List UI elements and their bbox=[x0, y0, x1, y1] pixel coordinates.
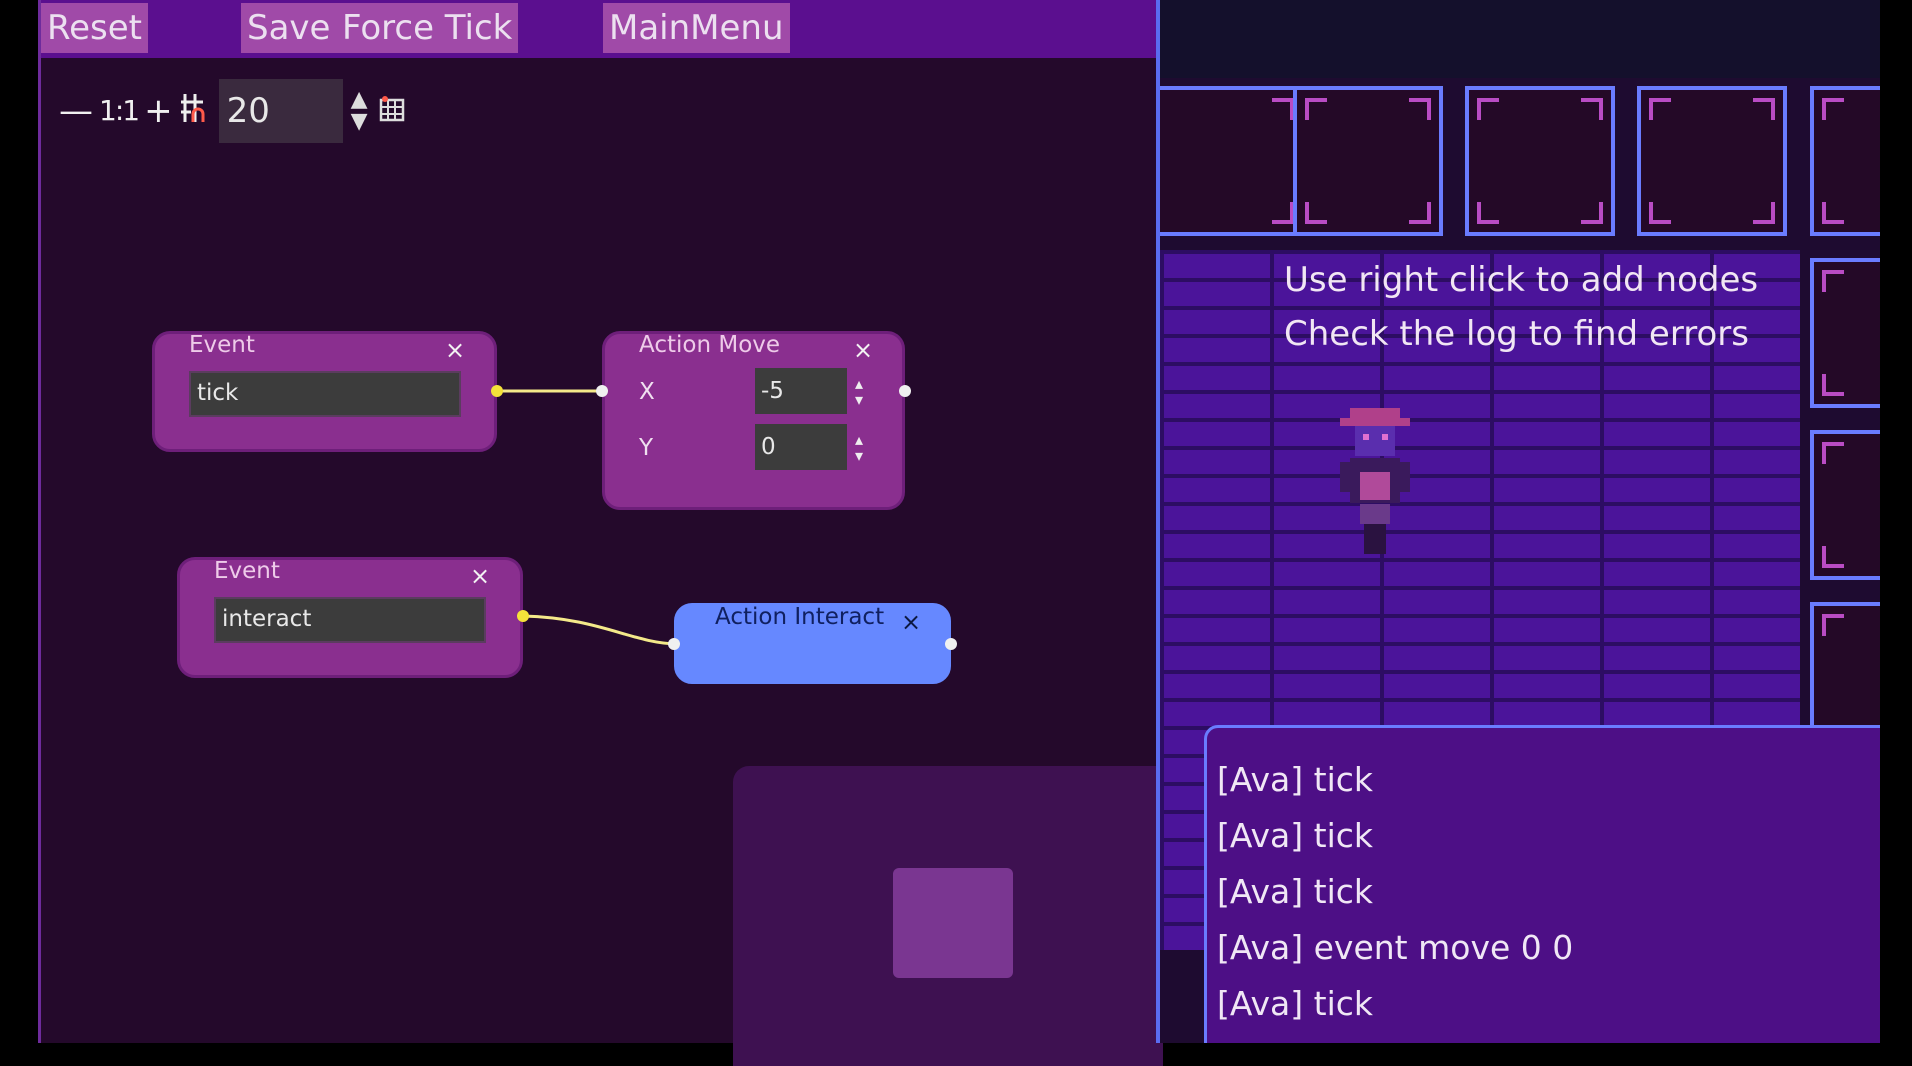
event-name-input[interactable]: tick bbox=[189, 371, 461, 417]
log-line: [Ava] tick bbox=[1217, 984, 1373, 1023]
minimap-viewport[interactable] bbox=[893, 868, 1013, 978]
x-value-input[interactable]: -5 bbox=[755, 368, 847, 414]
output-port[interactable] bbox=[491, 385, 503, 397]
graph-editor[interactable]: Reset Save Force Tick MainMenu — 1:1 + 2… bbox=[38, 0, 1163, 1066]
slot-frame bbox=[1810, 86, 1880, 236]
y-label: Y bbox=[639, 435, 654, 461]
x-spinner[interactable]: ▴ ▾ bbox=[855, 376, 863, 408]
close-icon[interactable]: × bbox=[470, 562, 490, 590]
node-title: Action Move bbox=[639, 332, 781, 358]
graph-minimap[interactable] bbox=[733, 766, 1163, 1066]
x-label: X bbox=[639, 379, 655, 405]
input-port[interactable] bbox=[596, 385, 608, 397]
event-name-input[interactable]: interact bbox=[214, 597, 486, 643]
game-view: Use right click to add nodes Check the l… bbox=[1156, 0, 1880, 1043]
log-line: [Ava] tick bbox=[1217, 872, 1373, 911]
output-port[interactable] bbox=[899, 385, 911, 397]
sky-area bbox=[1160, 0, 1880, 78]
action-move-node[interactable]: Action Move × X -5 ▴ ▾ Y 0 ▴ ▾ bbox=[602, 331, 905, 510]
log-panel[interactable]: [Ava] tick [Ava] tick [Ava] tick [Ava] e… bbox=[1204, 725, 1880, 1043]
output-port[interactable] bbox=[945, 638, 957, 650]
slot-frame bbox=[1810, 430, 1880, 580]
log-line: [Ava] tick bbox=[1217, 816, 1373, 855]
slot-frame bbox=[1810, 258, 1880, 408]
hint-text-check-log: Check the log to find errors bbox=[1284, 314, 1749, 354]
y-spinner[interactable]: ▴ ▾ bbox=[855, 432, 863, 464]
node-title: Action Interact bbox=[715, 604, 885, 630]
node-title: Event bbox=[189, 332, 255, 358]
slot-frame bbox=[1160, 86, 1306, 236]
log-line: [Ava] tick bbox=[1217, 760, 1373, 799]
slot-frame bbox=[1637, 86, 1787, 236]
close-icon[interactable]: × bbox=[445, 336, 465, 364]
player-character bbox=[1340, 408, 1410, 554]
event-node-tick[interactable]: Event × tick bbox=[152, 331, 497, 452]
slot-frame bbox=[1465, 86, 1615, 236]
close-icon[interactable]: × bbox=[853, 336, 873, 364]
slot-frame bbox=[1293, 86, 1443, 236]
output-port[interactable] bbox=[517, 610, 529, 622]
close-icon[interactable]: × bbox=[901, 608, 921, 636]
log-line: [Ava] event move 0 0 bbox=[1217, 928, 1574, 967]
event-node-interact[interactable]: Event × interact bbox=[177, 557, 523, 678]
hint-text-add-nodes: Use right click to add nodes bbox=[1284, 260, 1759, 300]
log-line: [Ava] event move -5 0 bbox=[1217, 1032, 1880, 1043]
input-port[interactable] bbox=[668, 638, 680, 650]
y-value-input[interactable]: 0 bbox=[755, 424, 847, 470]
node-title: Event bbox=[214, 558, 280, 584]
action-interact-node[interactable]: Action Interact × bbox=[674, 603, 951, 684]
